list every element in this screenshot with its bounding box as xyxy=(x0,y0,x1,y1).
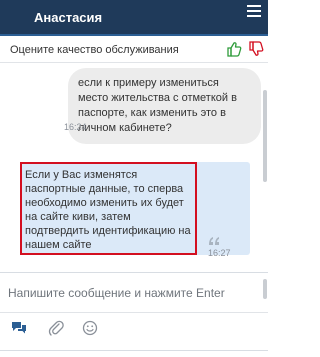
hamburger-icon[interactable] xyxy=(247,5,263,19)
chat-header: Анастасия xyxy=(0,0,268,36)
chat-bubbles-icon[interactable] xyxy=(11,320,27,336)
smiley-icon[interactable] xyxy=(82,320,98,336)
message-list: если к примеру измениться место жительст… xyxy=(0,64,268,272)
paperclip-icon[interactable] xyxy=(48,320,64,336)
outgoing-message-text: Если у Вас изменятся паспортные данные, … xyxy=(25,169,191,251)
footer-divider xyxy=(0,350,268,357)
outgoing-message-time: 16:27 xyxy=(208,248,231,258)
message-scrollbar[interactable] xyxy=(263,64,267,272)
rating-label: Оцените качество обслуживания xyxy=(10,44,179,56)
quote-icon xyxy=(209,237,219,245)
message-input[interactable] xyxy=(8,282,256,304)
message-input-area xyxy=(0,272,268,312)
operator-name: Анастасия xyxy=(34,10,103,25)
message-highlight-box: Если у Вас изменятся паспортные данные, … xyxy=(20,162,197,255)
thumbs-down-icon[interactable] xyxy=(248,41,264,57)
input-scrollbar[interactable] xyxy=(263,279,267,299)
incoming-message-text: если к примеру измениться место жительст… xyxy=(78,77,237,134)
message-scrollbar-thumb[interactable] xyxy=(263,90,267,182)
incoming-message: если к примеру измениться место жительст… xyxy=(68,68,261,144)
thumbs-up-icon[interactable] xyxy=(226,41,242,57)
outgoing-message: Если у Вас изменятся паспортные данные, … xyxy=(20,162,250,258)
composer-toolbar xyxy=(0,312,268,342)
chat-widget: Анастасия Оцените качество обслуживания … xyxy=(0,0,268,357)
rating-bar: Оцените качество обслуживания xyxy=(0,38,268,63)
incoming-message-time: 16:24 xyxy=(64,122,87,132)
